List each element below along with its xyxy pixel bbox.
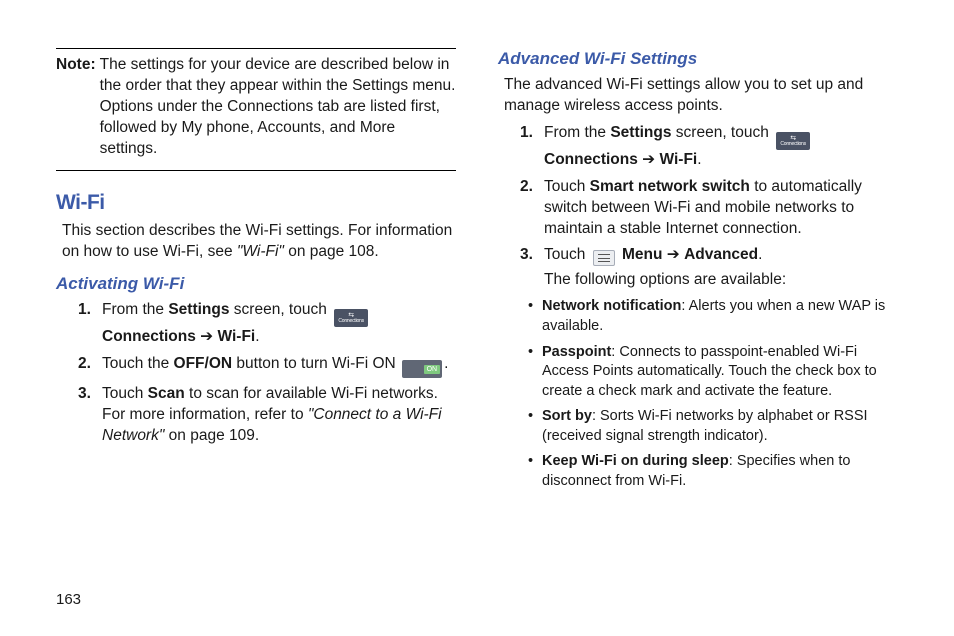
bullet-icon: •: [528, 452, 542, 491]
bullet-title: Network notification: [542, 298, 681, 314]
step-3: 3. Touch Scan to scan for available Wi-F…: [78, 384, 456, 447]
bullet-icon: •: [528, 343, 542, 402]
step-number: 1.: [520, 123, 544, 171]
adv-step-1: 1. From the Settings screen, touch ⇆Conn…: [520, 123, 898, 171]
left-column: Note: The settings for your device are d…: [56, 48, 456, 568]
step-body: From the Settings screen, touch ⇆Connect…: [102, 300, 456, 348]
text: screen, touch: [671, 124, 773, 141]
on-toggle-icon: ON: [402, 360, 442, 378]
text: screen, touch: [229, 301, 331, 318]
note-text: The settings for your device are describ…: [100, 55, 456, 160]
step-2: 2. Touch the OFF/ON button to turn Wi-Fi…: [78, 354, 456, 379]
bullet-title: Keep Wi-Fi on during sleep: [542, 453, 729, 469]
bullet-body: Network notification: Alerts you when a …: [542, 297, 898, 336]
bullet-passpoint: • Passpoint: Connects to passpoint-enabl…: [528, 343, 898, 402]
step-body: Touch Scan to scan for available Wi-Fi n…: [102, 384, 456, 447]
bullet-sort-by: • Sort by: Sorts Wi-Fi networks by alpha…: [528, 407, 898, 446]
wifi-label: Wi-Fi: [217, 328, 255, 345]
text: on page 109.: [164, 427, 259, 444]
text: on page 108.: [284, 243, 379, 260]
heading-activating-wifi: Activating Wi-Fi: [56, 273, 456, 296]
text: Touch: [544, 246, 590, 263]
step-number: 3.: [78, 384, 102, 447]
menu-icon: [593, 250, 615, 266]
step-body: Touch Smart network switch to automatica…: [544, 177, 898, 240]
options-intro: The following options are available:: [544, 270, 898, 291]
text: .: [444, 355, 448, 372]
connections-icon: ⇆Connections: [334, 309, 368, 327]
offon-label: OFF/ON: [174, 355, 233, 372]
step-number: 1.: [78, 300, 102, 348]
right-column: Advanced Wi-Fi Settings The advanced Wi-…: [498, 48, 898, 568]
adv-step-3: 3. Touch Menu ➔ Advanced. The following …: [520, 245, 898, 291]
step-number: 2.: [78, 354, 102, 379]
note-label: Note:: [56, 55, 96, 160]
page-columns: Note: The settings for your device are d…: [56, 48, 898, 568]
heading-wifi: Wi-Fi: [56, 189, 456, 217]
menu-label: Menu: [622, 246, 662, 263]
text: button to turn Wi-Fi ON: [232, 355, 400, 372]
text: From the: [544, 124, 610, 141]
arrow-icon: ➔: [196, 328, 218, 345]
text: Touch the: [102, 355, 174, 372]
bullet-body: Passpoint: Connects to passpoint-enabled…: [542, 343, 898, 402]
text: Touch: [544, 178, 590, 195]
arrow-icon: ➔: [662, 246, 684, 263]
arrow-icon: ➔: [638, 151, 660, 168]
step-1: 1. From the Settings screen, touch ⇆Conn…: [78, 300, 456, 348]
bullet-body: Sort by: Sorts Wi-Fi networks by alphabe…: [542, 407, 898, 446]
smart-network-switch-label: Smart network switch: [590, 178, 750, 195]
text: From the: [102, 301, 168, 318]
connections-label: Connections: [544, 151, 638, 168]
step-body: From the Settings screen, touch ⇆Connect…: [544, 123, 898, 171]
settings-label: Settings: [168, 301, 229, 318]
advanced-intro: The advanced Wi-Fi settings allow you to…: [504, 75, 898, 117]
bullet-keep-wifi-sleep: • Keep Wi-Fi on during sleep: Specifies …: [528, 452, 898, 491]
note-block: Note: The settings for your device are d…: [56, 48, 456, 171]
adv-step-2: 2. Touch Smart network switch to automat…: [520, 177, 898, 240]
text: .: [697, 151, 701, 168]
connections-label: Connections: [102, 328, 196, 345]
scan-label: Scan: [148, 385, 185, 402]
ref-wifi: "Wi-Fi": [237, 243, 284, 260]
text: .: [255, 328, 259, 345]
wifi-label: Wi-Fi: [659, 151, 697, 168]
bullet-icon: •: [528, 407, 542, 446]
step-number: 3.: [520, 245, 544, 291]
bullet-title: Sort by: [542, 408, 592, 424]
heading-advanced-wifi: Advanced Wi-Fi Settings: [498, 48, 898, 71]
bullet-body: Keep Wi-Fi on during sleep: Specifies wh…: [542, 452, 898, 491]
text: .: [758, 246, 762, 263]
step-body: Touch the OFF/ON button to turn Wi-Fi ON…: [102, 354, 456, 379]
text: Touch: [102, 385, 148, 402]
bullet-network-notification: • Network notification: Alerts you when …: [528, 297, 898, 336]
step-number: 2.: [520, 177, 544, 240]
bullet-icon: •: [528, 297, 542, 336]
wifi-intro: This section describes the Wi-Fi setting…: [62, 221, 456, 263]
step-body: Touch Menu ➔ Advanced. The following opt…: [544, 245, 898, 291]
page-number: 163: [56, 591, 81, 608]
advanced-label: Advanced: [684, 246, 758, 263]
settings-label: Settings: [610, 124, 671, 141]
bullet-title: Passpoint: [542, 344, 611, 360]
connections-icon: ⇆Connections: [776, 132, 810, 150]
